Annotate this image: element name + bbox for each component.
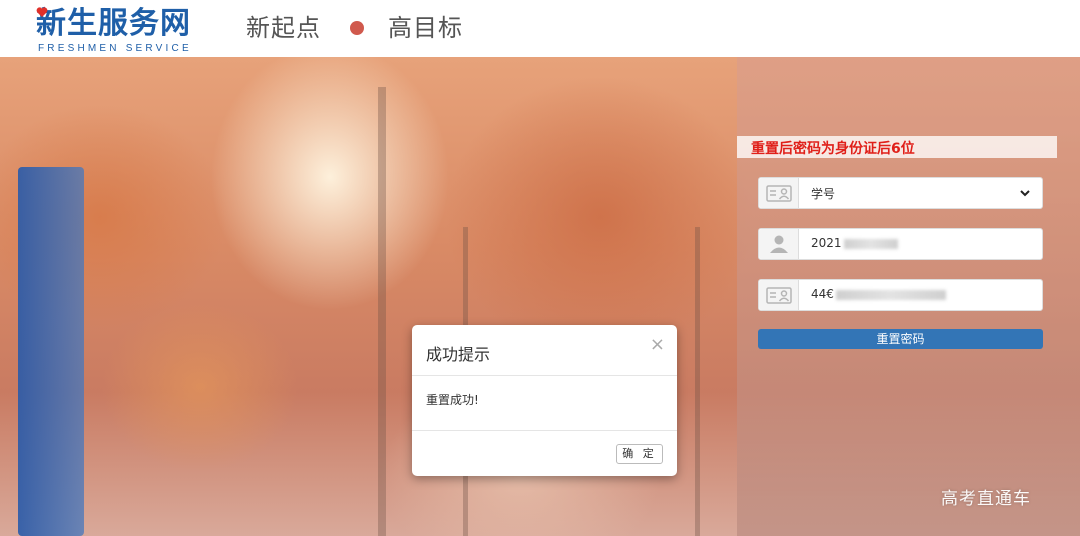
- student-id-input[interactable]: 2021: [758, 228, 1043, 260]
- blurred-kiosk: [18, 167, 84, 536]
- slogan-dot: [350, 21, 364, 35]
- site-logo[interactable]: 新生服务网 FRESHMEN SERVICE: [36, 6, 206, 54]
- redacted-digits: [835, 289, 946, 300]
- id-type-value: 学号: [811, 187, 836, 201]
- close-icon[interactable]: ×: [650, 334, 665, 355]
- redacted-digits: [843, 238, 898, 249]
- reset-password-button[interactable]: 重置密码: [758, 329, 1043, 349]
- slogan-right: 高目标: [388, 14, 463, 42]
- id-card-icon: [759, 178, 799, 208]
- dialog-message: 重置成功!: [426, 393, 479, 407]
- blurred-lamp-pole: [695, 227, 700, 536]
- id-number-input[interactable]: 44€: [758, 279, 1043, 311]
- student-id-value: 2021: [811, 236, 898, 250]
- ok-button[interactable]: 确 定: [616, 444, 663, 464]
- dialog-title: 成功提示: [426, 345, 491, 364]
- chevron-down-icon: [1020, 190, 1030, 197]
- heart-icon: [36, 7, 48, 17]
- notice-text: 重置后密码为身份证后6位: [751, 141, 915, 157]
- site-header: 新生服务网 FRESHMEN SERVICE 新起点 高目标: [0, 0, 1080, 57]
- dialog-header: 成功提示 ×: [412, 325, 677, 376]
- id-type-select[interactable]: 学号: [758, 177, 1043, 209]
- dialog-footer: 确 定: [412, 430, 677, 476]
- logo-subtext: FRESHMEN SERVICE: [38, 43, 192, 54]
- password-notice: 重置后密码为身份证后6位: [737, 136, 1057, 158]
- id-number-value: 44€: [811, 287, 946, 301]
- slogan-left: 新起点: [246, 14, 321, 42]
- blurred-lamp-pole: [378, 87, 386, 536]
- watermark: 高考直通车: [941, 489, 1031, 509]
- logo-text: 新生服务网: [36, 6, 191, 41]
- id-card-icon: [759, 280, 799, 310]
- success-dialog: 成功提示 × 重置成功! 确 定: [412, 325, 677, 476]
- user-icon: [759, 229, 799, 259]
